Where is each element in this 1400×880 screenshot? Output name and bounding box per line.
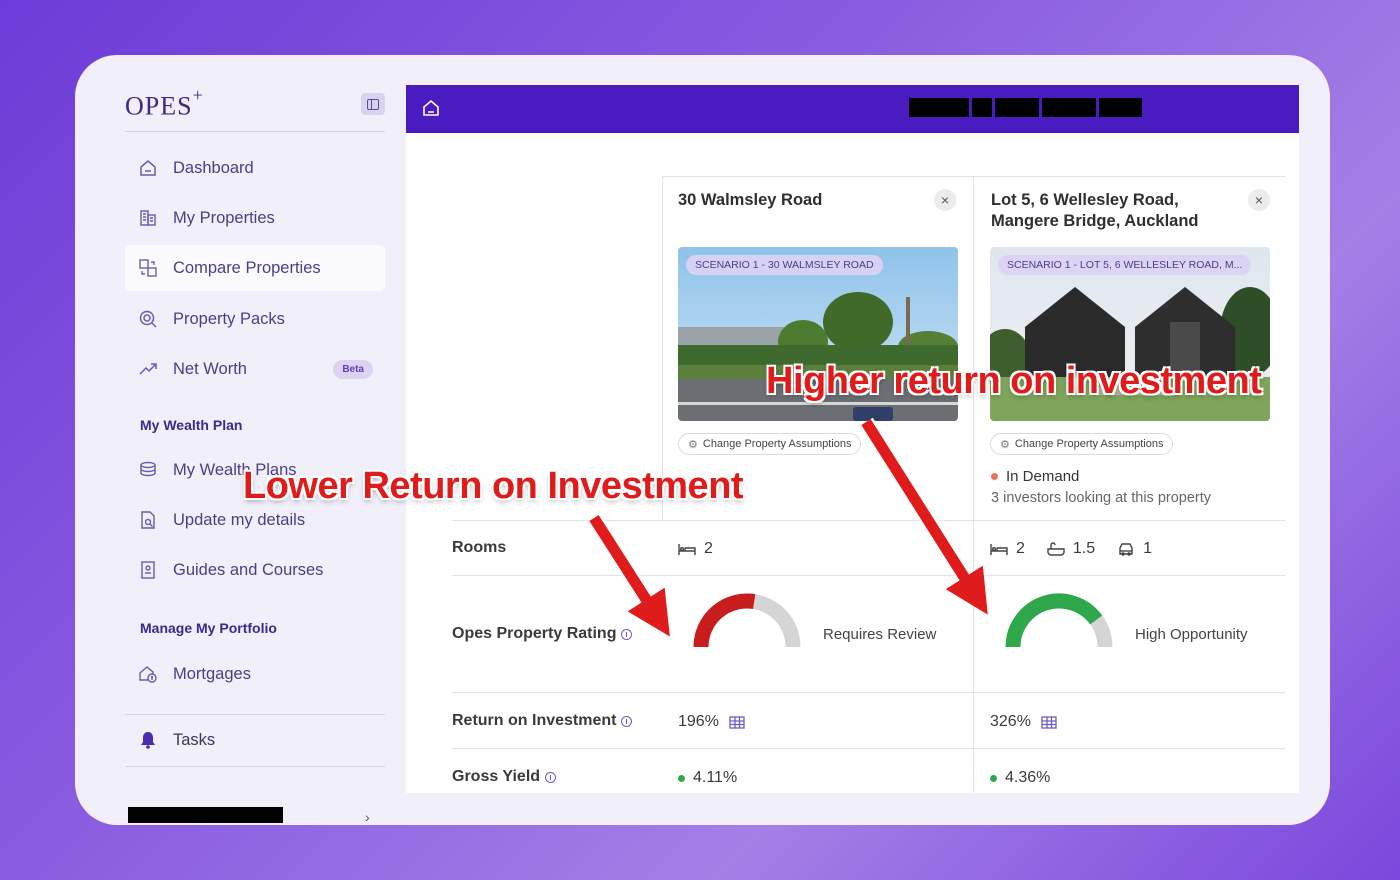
bed-icon (990, 542, 1008, 556)
divider (125, 131, 385, 132)
property-title: 30 Walmsley Road (678, 191, 823, 209)
trend-up-icon (137, 358, 159, 380)
gauge-fill (693, 593, 756, 648)
row-label-rooms: Rooms (452, 539, 507, 556)
sidebar-item-property-packs[interactable]: Property Packs (125, 296, 385, 342)
sidebar-item-label: My Properties (173, 208, 275, 227)
row-label-roi: Return on Investment (452, 712, 633, 730)
book-icon (137, 559, 159, 581)
demand-subtext: 3 investors looking at this property (991, 490, 1212, 506)
sidebar-item-label: Update my details (173, 510, 306, 529)
home-icon[interactable] (420, 97, 442, 119)
sidebar-item-compare-properties[interactable]: Compare Properties (125, 245, 385, 291)
status-dot (678, 774, 685, 782)
rating-text: High Opportunity (1135, 626, 1248, 643)
gauge-fill (1005, 593, 1103, 648)
sidebar-item-tasks[interactable]: Tasks (125, 717, 385, 763)
sidebar-item-label: Mortgages (173, 664, 251, 683)
redacted-block (972, 98, 992, 117)
roi-value: 326% (990, 713, 1057, 731)
rooms-value: 2 1.5 1 (990, 540, 1152, 558)
sidebar-item-my-properties[interactable]: My Properties (125, 195, 385, 241)
info-icon[interactable] (621, 715, 633, 727)
divider (125, 714, 385, 715)
redacted-block (1042, 98, 1096, 117)
gear-icon: ⚙ (1000, 438, 1010, 451)
app-window: OPES+ Dashboard My Properties Compare Pr… (75, 55, 1330, 825)
divider (452, 575, 1285, 576)
house-dollar-icon (137, 663, 159, 685)
sidebar-item-dashboard[interactable]: Dashboard (125, 145, 385, 191)
user-name-redacted[interactable] (128, 807, 283, 823)
sidebar-item-guides-courses[interactable]: Guides and Courses (125, 547, 385, 593)
sidebar-item-label: Compare Properties (173, 258, 321, 277)
redacted-block (1099, 98, 1142, 117)
change-assumptions-button[interactable]: ⚙ Change Property Assumptions (990, 433, 1174, 455)
coins-icon (137, 459, 159, 481)
rating-gauge (693, 593, 801, 648)
sidebar-collapse-button[interactable] (361, 93, 385, 115)
divider (973, 176, 974, 793)
home-icon (137, 157, 159, 179)
demand-status: In Demand (991, 468, 1079, 485)
gross-yield-value: 4.11% (678, 769, 737, 787)
bell-icon (137, 729, 159, 751)
divider (125, 766, 385, 767)
redacted-block (909, 98, 969, 117)
change-assumptions-button[interactable]: ⚙ Change Property Assumptions (678, 433, 862, 455)
bath-icon (1047, 542, 1065, 556)
chevron-down-icon[interactable]: › (365, 809, 370, 825)
sidebar-item-label: Tasks (173, 730, 216, 749)
sidebar-item-label: Guides and Courses (173, 560, 324, 579)
beta-badge: Beta (333, 359, 373, 379)
rating-gauge (1005, 593, 1113, 648)
top-bar (406, 85, 1299, 133)
main-content: 30 Walmsley Road × SCENARIO 1 - 30 WALMS… (406, 85, 1299, 793)
demand-dot (991, 473, 998, 480)
sidebar-item-net-worth[interactable]: Net Worth Beta (125, 346, 385, 392)
divider (452, 748, 1285, 749)
info-icon[interactable] (621, 628, 633, 640)
row-label-gross-yield: Gross Yield (452, 768, 557, 786)
gear-icon: ⚙ (688, 438, 698, 451)
rooms-value: 2 (678, 540, 713, 558)
divider (452, 520, 1285, 521)
table-icon[interactable] (729, 715, 745, 729)
gross-yield-value: 4.36% (990, 769, 1050, 787)
scenario-label: SCENARIO 1 - LOT 5, 6 WELLESLEY ROAD, M.… (998, 255, 1252, 275)
section-title-portfolio: Manage My Portfolio (140, 620, 277, 636)
annotation-higher-roi: Higher return on investment (766, 360, 1262, 402)
divider (452, 692, 1285, 693)
redacted-block (995, 98, 1039, 117)
info-icon[interactable] (545, 771, 557, 783)
close-icon[interactable]: × (934, 189, 956, 211)
rating-text: Requires Review (823, 626, 937, 643)
sidebar-item-label: Dashboard (173, 158, 254, 177)
annotation-lower-roi: Lower Return on Investment (243, 465, 744, 507)
roi-value: 196% (678, 713, 745, 731)
sidebar-item-label: Net Worth (173, 359, 247, 378)
buildings-icon (137, 207, 159, 229)
row-label-rating: Opes Property Rating (452, 625, 633, 643)
bed-icon (678, 542, 696, 556)
table-icon[interactable] (1041, 715, 1057, 729)
sidebar: OPES+ Dashboard My Properties Compare Pr… (125, 85, 385, 825)
sidebar-item-mortgages[interactable]: Mortgages (125, 651, 385, 697)
compare-icon (137, 257, 159, 279)
section-title-wealth-plan: My Wealth Plan (140, 417, 243, 433)
document-search-icon (137, 509, 159, 531)
sidebar-item-label: Property Packs (173, 309, 285, 328)
close-icon[interactable]: × (1248, 189, 1270, 211)
logo: OPES+ (125, 85, 204, 121)
scenario-label: SCENARIO 1 - 30 WALMSLEY ROAD (686, 255, 883, 275)
search-icon (137, 308, 159, 330)
car-icon (1117, 542, 1135, 556)
status-dot (990, 774, 997, 782)
property-title: Lot 5, 6 Wellesley Road, Mangere Bridge,… (991, 191, 1199, 230)
